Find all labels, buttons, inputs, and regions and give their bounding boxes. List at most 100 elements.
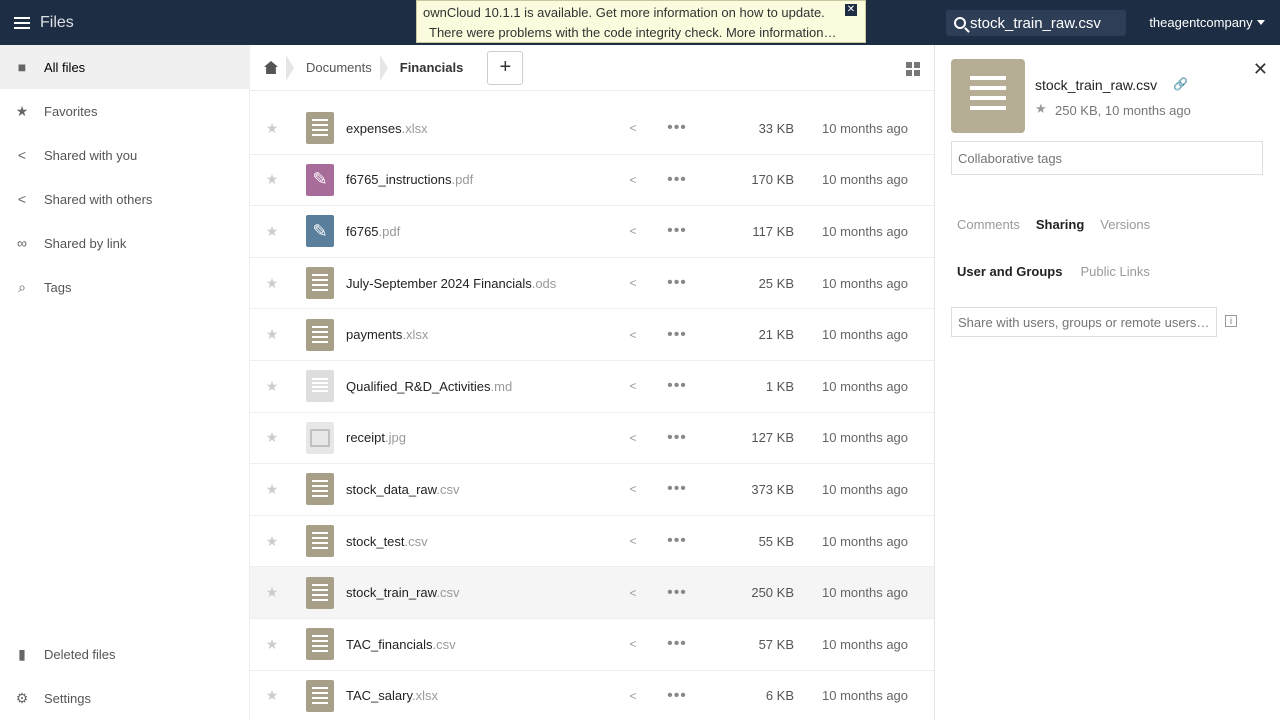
file-name[interactable]: Qualified_R&D_Activities.md [346, 379, 512, 394]
file-modified: 10 months ago [822, 172, 909, 188]
share-icon[interactable]: < [622, 431, 644, 445]
subtab-user-and-groups[interactable]: User and Groups [951, 257, 1068, 285]
file-row[interactable]: ★ stock_test.csv < ••• 55 KB 10 months ago [250, 516, 935, 568]
favorite-star-icon[interactable]: ★ [264, 171, 280, 188]
file-row[interactable]: ★ payments.xlsx < ••• 21 KB 10 months ago [250, 309, 935, 361]
file-extension: .md [490, 378, 513, 394]
favorite-star-icon[interactable]: ★ [264, 378, 280, 395]
sidebar-item-settings[interactable]: ⚙ Settings [0, 676, 250, 720]
sidebar-item-all-files[interactable]: ■ All files [0, 45, 250, 89]
breadcrumb-home[interactable] [250, 45, 294, 91]
breadcrumb-label: Financials [399, 60, 464, 75]
sidebar-item-shared-with-you[interactable]: < Shared with you [0, 133, 250, 177]
more-actions-icon[interactable]: ••• [666, 377, 688, 395]
share-icon[interactable]: < [622, 173, 644, 187]
file-extension: .csv [432, 636, 456, 652]
sidebar-item-deleted-files[interactable]: ▮ Deleted files [0, 632, 250, 676]
search-input[interactable] [970, 14, 1120, 32]
file-name[interactable]: stock_test.csv [346, 534, 428, 549]
more-actions-icon[interactable]: ••• [666, 274, 688, 292]
favorite-star-icon[interactable]: ★ [264, 275, 280, 292]
share-icon[interactable]: < [622, 637, 644, 651]
share-icon[interactable]: < [622, 379, 644, 393]
more-actions-icon[interactable]: ••• [666, 119, 688, 137]
share-with-input[interactable] [951, 307, 1217, 337]
tab-sharing[interactable]: Sharing [1030, 211, 1090, 237]
search-box[interactable] [946, 10, 1126, 36]
close-details-icon[interactable]: ✕ [1253, 59, 1268, 80]
more-actions-icon[interactable]: ••• [666, 429, 688, 447]
file-row[interactable]: ★ Qualified_R&D_Activities.md < ••• 1 KB 10 m… [250, 361, 935, 413]
file-basename: payments [346, 327, 403, 343]
sidebar-item-favorites[interactable]: ★ Favorites [0, 89, 250, 133]
user-menu[interactable]: theagentcompany [1134, 0, 1280, 45]
file-row[interactable]: ★ stock_data_raw.csv < ••• 373 KB 10 months a… [250, 464, 935, 516]
favorite-star-icon[interactable]: ★ [264, 687, 280, 704]
collaborative-tags-input[interactable] [951, 141, 1263, 175]
file-row[interactable]: ★ receipt.jpg < ••• 127 KB 10 months ago [250, 413, 935, 465]
sidebar-item-tags[interactable]: ⌕ Tags [0, 265, 250, 309]
share-icon[interactable]: < [622, 482, 644, 496]
share-icon[interactable]: < [622, 121, 644, 135]
breadcrumb-documents[interactable]: Documents [292, 45, 388, 91]
close-notice-icon[interactable]: ✕ [845, 4, 857, 16]
file-name[interactable]: receipt.jpg [346, 430, 406, 445]
file-row[interactable]: ★ stock_train_raw.csv < ••• 250 KB 10 months … [250, 567, 935, 619]
file-name[interactable]: TAC_financials.csv [346, 637, 456, 652]
more-actions-icon[interactable]: ••• [666, 635, 688, 653]
breadcrumb-financials[interactable]: Financials [386, 45, 478, 91]
more-actions-icon[interactable]: ••• [666, 171, 688, 189]
favorite-star-icon[interactable]: ★ [1035, 101, 1047, 117]
favorite-star-icon[interactable]: ★ [264, 481, 280, 498]
share-icon[interactable]: < [622, 586, 644, 600]
more-actions-icon[interactable]: ••• [666, 480, 688, 498]
more-actions-icon[interactable]: ••• [666, 326, 688, 344]
file-row[interactable]: ★ TAC_salary.xlsx < ••• 6 KB 10 months ago [250, 671, 935, 720]
file-name[interactable]: payments.xlsx [346, 327, 428, 342]
share-icon[interactable]: < [622, 534, 644, 548]
favorite-star-icon[interactable]: ★ [264, 429, 280, 446]
tab-comments[interactable]: Comments [951, 211, 1026, 237]
more-actions-icon[interactable]: ••• [666, 584, 688, 602]
file-row[interactable]: ★ expenses.xlsx < ••• 33 KB 10 months ago [250, 103, 935, 155]
share-icon[interactable]: < [622, 224, 644, 238]
favorite-star-icon[interactable]: ★ [264, 326, 280, 343]
share-icon[interactable]: < [622, 276, 644, 290]
search-icon [954, 17, 966, 29]
update-notice-text[interactable]: ownCloud 10.1.1 is available. Get more i… [423, 5, 825, 20]
subtab-public-links[interactable]: Public Links [1074, 257, 1155, 285]
more-actions-icon[interactable]: ••• [666, 687, 688, 705]
file-name[interactable]: expenses.xlsx [346, 121, 428, 136]
favorite-star-icon[interactable]: ★ [264, 636, 280, 653]
file-modified: 10 months ago [822, 120, 909, 136]
file-row[interactable]: ★ TAC_financials.csv < ••• 57 KB 10 months ag… [250, 619, 935, 671]
info-icon[interactable]: i [1225, 315, 1237, 327]
file-name[interactable]: TAC_salary.xlsx [346, 688, 438, 703]
sidebar-item-label: Deleted files [44, 646, 116, 662]
file-row[interactable]: ★ ✎ f6765.pdf < ••• 117 KB 10 months ago [250, 206, 935, 258]
favorite-star-icon[interactable]: ★ [264, 120, 280, 137]
permalink-icon[interactable]: 🔗 [1173, 77, 1188, 91]
favorite-star-icon[interactable]: ★ [264, 223, 280, 240]
sidebar-item-shared-by-link[interactable]: ∞ Shared by link [0, 221, 250, 265]
more-actions-icon[interactable]: ••• [666, 532, 688, 550]
share-icon[interactable]: < [622, 689, 644, 703]
file-name[interactable]: stock_data_raw.csv [346, 482, 459, 497]
integrity-notice-text[interactable]: There were problems with the code integr… [429, 25, 837, 40]
file-row[interactable]: ★ July-September 2024 Financials.ods < ••• 2… [250, 258, 935, 310]
more-actions-icon[interactable]: ••• [666, 222, 688, 240]
favorite-star-icon[interactable]: ★ [264, 533, 280, 550]
sidebar-item-label: Shared with you [44, 147, 138, 163]
tab-versions[interactable]: Versions [1094, 211, 1156, 237]
sidebar-item-shared-with-others[interactable]: < Shared with others [0, 177, 250, 221]
file-row[interactable]: ★ ✎ f6765_instructions.pdf < ••• 170 KB 10 mon… [250, 155, 935, 207]
file-name[interactable]: July-September 2024 Financials.ods [346, 276, 556, 291]
share-icon[interactable]: < [622, 328, 644, 342]
new-button[interactable]: + [487, 50, 524, 85]
file-name[interactable]: f6765.pdf [346, 224, 400, 239]
grid-view-toggle[interactable] [894, 53, 932, 85]
file-name[interactable]: stock_train_raw.csv [346, 585, 459, 600]
app-menu-button[interactable]: Files [0, 0, 90, 45]
file-name[interactable]: f6765_instructions.pdf [346, 172, 473, 187]
favorite-star-icon[interactable]: ★ [264, 584, 280, 601]
